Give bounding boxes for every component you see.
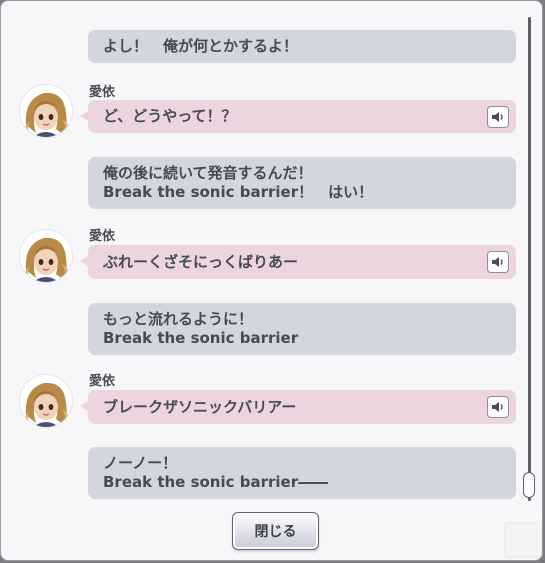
message-text: ノーノー！: [103, 454, 178, 472]
narration-bubble: 俺の後に続いて発音するんだ！ Break the sonic barrier！ …: [88, 157, 516, 209]
message-text: よし！ 俺が何とかするよ！: [103, 37, 299, 55]
message-text: 俺の後に続いて発音するんだ！: [103, 164, 313, 182]
speaker-icon: [491, 401, 505, 413]
backlog-dialog: よし！ 俺が何とかするよ！ 愛依 ど、どうやって！？ 俺の後に続いて発音するんだ…: [0, 0, 543, 561]
speaker-icon: [491, 111, 505, 123]
voice-play-button[interactable]: [487, 105, 509, 128]
narration-bubble: よし！ 俺が何とかするよ！: [88, 30, 516, 63]
character-avatar: [20, 375, 72, 427]
message-text: Break the sonic barrier: [103, 329, 299, 347]
voice-play-button[interactable]: [487, 396, 509, 418]
message-text: Break the sonic barrier――: [103, 473, 329, 491]
character-avatar: [20, 230, 72, 282]
speaker-icon: [491, 256, 505, 268]
watermark: [504, 522, 542, 558]
speaker-name: 愛依: [89, 374, 116, 389]
message-text: ど、どうやって！？: [103, 107, 237, 125]
speaker-name: 愛依: [89, 85, 116, 100]
scrollbar-track[interactable]: [528, 17, 531, 501]
message-log[interactable]: よし！ 俺が何とかするよ！ 愛依 ど、どうやって！？ 俺の後に続いて発音するんだ…: [1, 1, 521, 501]
character-bubble: ど、どうやって！？: [80, 100, 516, 133]
narration-bubble: もっと流れるように！ Break the sonic barrier: [88, 303, 516, 355]
character-bubble: ぶれーくざそにっくばりあー: [80, 245, 516, 279]
message-text: Break the sonic barrier！ はい！: [103, 183, 374, 201]
character-bubble: ブレークザソニックバリアー: [80, 390, 516, 424]
message-text: もっと流れるように！: [103, 310, 254, 328]
close-button[interactable]: 閉じる: [232, 512, 319, 550]
voice-play-button[interactable]: [487, 251, 509, 273]
character-avatar: [20, 85, 72, 137]
speaker-name: 愛依: [89, 229, 116, 244]
scrollbar[interactable]: [523, 17, 535, 501]
scrollbar-thumb[interactable]: [523, 472, 535, 498]
message-text: ブレークザソニックバリアー: [103, 397, 297, 416]
message-text: ぶれーくざそにっくばりあー: [103, 252, 299, 271]
narration-bubble: ノーノー！ Break the sonic barrier――: [88, 447, 516, 499]
